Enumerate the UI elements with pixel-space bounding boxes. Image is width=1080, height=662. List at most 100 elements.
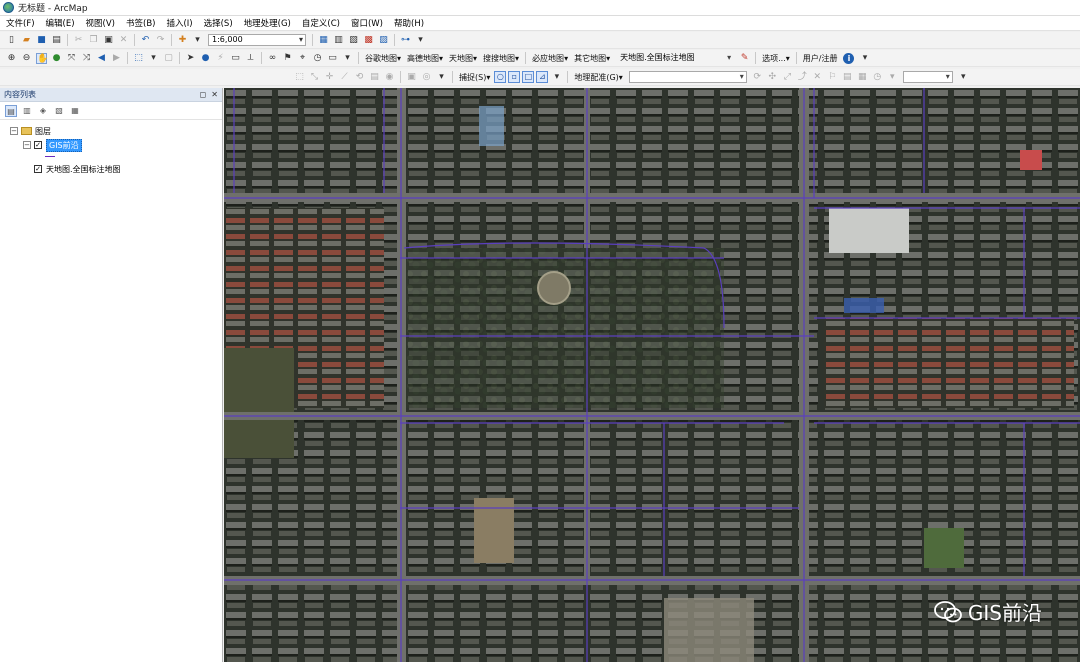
toolbar-grip-icon[interactable]: ▾ bbox=[958, 72, 969, 83]
menu-bookmarks[interactable]: 书签(B) bbox=[126, 17, 155, 29]
menu-windows[interactable]: 窗口(W) bbox=[351, 17, 383, 29]
brush-tool-icon[interactable]: ✎ bbox=[739, 53, 750, 64]
legend-line-symbol[interactable] bbox=[45, 156, 55, 157]
print-icon[interactable]: ▤ bbox=[51, 35, 62, 46]
georeferencing-menu-button[interactable]: 地理配准(G)▾ bbox=[574, 72, 622, 83]
view-table-icon[interactable]: ▦ bbox=[857, 72, 868, 83]
basemap-layer-select[interactable]: 天地图.全国标注地图 bbox=[616, 52, 734, 64]
fixed-zoom-out-icon[interactable]: ⤨ bbox=[81, 53, 92, 64]
menu-file[interactable]: 文件(F) bbox=[6, 17, 35, 29]
user-register-button[interactable]: 用户/注册 bbox=[803, 53, 838, 64]
undo-icon[interactable]: ↶ bbox=[140, 35, 151, 46]
toolbar-grip-icon[interactable]: ▾ bbox=[859, 53, 870, 64]
reset-icon[interactable]: ◷ bbox=[872, 72, 883, 83]
menu-selection[interactable]: 选择(S) bbox=[204, 17, 233, 29]
toolbar-grip-icon[interactable]: ▾ bbox=[436, 72, 447, 83]
editor-toolbar-icon[interactable]: ▦ bbox=[318, 35, 329, 46]
select-elements-icon[interactable]: ➤ bbox=[185, 53, 196, 64]
redo-icon[interactable]: ↷ bbox=[155, 35, 166, 46]
list-by-source-icon[interactable]: ▥ bbox=[21, 105, 33, 117]
rotate-icon[interactable]: ⟲ bbox=[354, 72, 365, 83]
basemap-tianditu-button[interactable]: 天地图▾ bbox=[449, 53, 477, 64]
layer-name-gis[interactable]: GIS前沿 bbox=[46, 138, 82, 152]
chevron-down-icon[interactable]: ▾ bbox=[887, 72, 898, 83]
scale-tool-icon[interactable]: ⤢ bbox=[782, 72, 793, 83]
measure-icon[interactable]: ⟂ bbox=[245, 53, 256, 64]
cluster-icon[interactable]: ◎ bbox=[421, 72, 432, 83]
auto-hide-pin-icon[interactable]: ◻ bbox=[200, 90, 207, 99]
list-by-drawing-order-icon[interactable]: ▤ bbox=[5, 104, 17, 117]
link-table-icon[interactable]: ▤ bbox=[842, 72, 853, 83]
move-icon[interactable]: ✛ bbox=[324, 72, 335, 83]
snapping-menu-button[interactable]: 捕捉(S)▾ bbox=[459, 72, 490, 83]
split-icon[interactable]: ⟋ bbox=[339, 72, 350, 83]
search-window-icon[interactable]: ▩ bbox=[363, 35, 374, 46]
menu-customize[interactable]: 自定义(C) bbox=[302, 17, 340, 29]
basemap-bing-button[interactable]: 必应地图▾ bbox=[532, 53, 568, 64]
snap-end-icon[interactable]: ▫ bbox=[508, 71, 521, 83]
find-route-icon[interactable]: ⚑ bbox=[282, 53, 293, 64]
root-layer-label[interactable]: 图层 bbox=[35, 126, 51, 137]
basemap-other-button[interactable]: 其它地图▾ bbox=[574, 53, 610, 64]
toolbar-grip-icon[interactable]: ▾ bbox=[415, 35, 426, 46]
map-view[interactable]: GIS前沿 bbox=[224, 88, 1080, 662]
layer-visibility-checkbox[interactable]: ✓ bbox=[34, 141, 42, 149]
paste-icon[interactable]: ▣ bbox=[103, 35, 114, 46]
go-to-xy-icon[interactable]: ⌖ bbox=[297, 53, 308, 64]
snap-point-icon[interactable]: ○ bbox=[494, 71, 507, 83]
back-extent-icon[interactable]: ◀ bbox=[96, 53, 107, 64]
basemap-google-button[interactable]: 谷歌地图▾ bbox=[365, 53, 401, 64]
attributes-icon[interactable]: ▤ bbox=[369, 72, 380, 83]
delete-icon[interactable]: ✕ bbox=[118, 35, 129, 46]
list-by-visibility-icon[interactable]: ◈ bbox=[37, 105, 49, 117]
identify-icon[interactable]: ● bbox=[200, 53, 211, 64]
list-by-selection-icon[interactable]: ▧ bbox=[53, 105, 65, 117]
rotate-tool-icon[interactable]: ⟳ bbox=[752, 72, 763, 83]
zoom-in-icon[interactable]: ⊕ bbox=[6, 53, 17, 64]
add-data-icon[interactable]: ✚ bbox=[177, 35, 188, 46]
reshape-icon[interactable]: ⤡ bbox=[309, 72, 320, 83]
new-document-icon[interactable]: ▯ bbox=[6, 35, 17, 46]
catalog-window-icon[interactable]: ▧ bbox=[348, 35, 359, 46]
chevron-down-icon[interactable]: ▾ bbox=[192, 35, 203, 46]
close-icon[interactable]: ✕ bbox=[211, 90, 218, 99]
map-scale-select[interactable]: 1:6,000 bbox=[208, 34, 306, 46]
toolbar-grip-icon[interactable]: ▾ bbox=[551, 72, 562, 83]
snap-edge-icon[interactable]: ⊿ bbox=[536, 71, 549, 83]
collapse-icon[interactable]: − bbox=[10, 127, 18, 135]
open-folder-icon[interactable]: ▰ bbox=[21, 35, 32, 46]
layer-name-tianditu[interactable]: 天地图.全国标注地图 bbox=[46, 164, 121, 175]
menu-edit[interactable]: 编辑(E) bbox=[46, 17, 75, 29]
clear-selection-icon[interactable]: ▢ bbox=[163, 53, 174, 64]
fixed-zoom-in-icon[interactable]: ⤧ bbox=[66, 53, 77, 64]
snap-vertex-icon[interactable]: □ bbox=[522, 71, 535, 83]
add-control-points-icon[interactable]: ⤴ bbox=[797, 72, 808, 83]
full-extent-icon[interactable]: ● bbox=[51, 53, 62, 64]
html-popup-icon[interactable]: ▭ bbox=[230, 53, 241, 64]
basemap-soso-button[interactable]: 搜搜地图▾ bbox=[483, 53, 519, 64]
time-slider-icon[interactable]: ◷ bbox=[312, 53, 323, 64]
sketch-properties-icon[interactable]: ◉ bbox=[384, 72, 395, 83]
model-builder-icon[interactable]: ⊶ bbox=[400, 35, 411, 46]
shift-tool-icon[interactable]: ✣ bbox=[767, 72, 778, 83]
menu-geoprocessing[interactable]: 地理处理(G) bbox=[244, 17, 291, 29]
hyperlink-icon[interactable]: ⚡ bbox=[215, 53, 226, 64]
georef-layer-select[interactable] bbox=[628, 71, 747, 83]
find-binoculars-icon[interactable]: ∞ bbox=[267, 53, 278, 64]
menu-view[interactable]: 视图(V) bbox=[86, 17, 115, 29]
cut-icon[interactable]: ✂ bbox=[73, 35, 84, 46]
info-icon[interactable]: i bbox=[843, 52, 855, 64]
create-viewer-icon[interactable]: ▭ bbox=[327, 53, 338, 64]
toolbar-grip-icon[interactable]: ▾ bbox=[342, 53, 353, 64]
flag-icon[interactable]: ⚐ bbox=[827, 72, 838, 83]
arctoolbox-icon[interactable]: ▨ bbox=[378, 35, 389, 46]
layer-visibility-checkbox[interactable]: ✓ bbox=[34, 165, 42, 173]
menu-insert[interactable]: 插入(I) bbox=[166, 17, 192, 29]
topology-icon[interactable]: ▣ bbox=[406, 72, 417, 83]
control-point-icon[interactable]: ✕ bbox=[812, 72, 823, 83]
menu-help[interactable]: 帮助(H) bbox=[394, 17, 424, 29]
edit-vertex-icon[interactable]: ⬚ bbox=[294, 72, 305, 83]
forward-extent-icon[interactable]: ▶ bbox=[111, 53, 122, 64]
basemap-gaode-button[interactable]: 高德地图▾ bbox=[407, 53, 443, 64]
save-icon[interactable]: ■ bbox=[36, 35, 47, 46]
